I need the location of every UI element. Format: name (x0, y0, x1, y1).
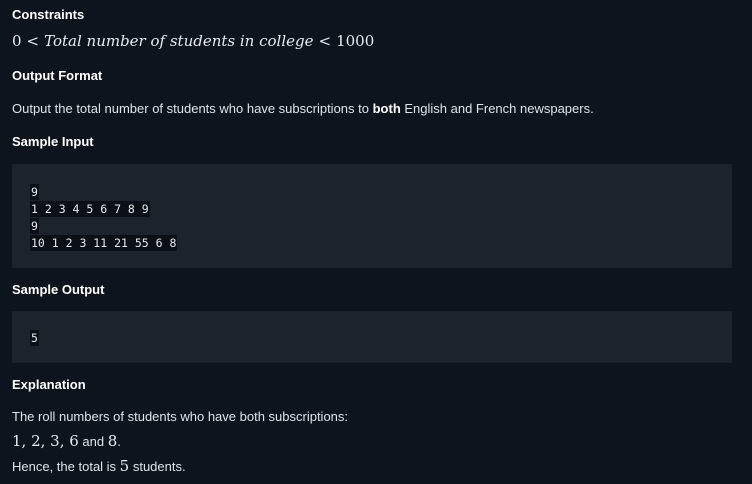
sample-output-code-block: 5 (12, 311, 732, 363)
explanation-and: and (78, 434, 108, 449)
sample-input-line: 9 (30, 184, 39, 200)
constraints-formula: 0 < Total number of students in college <10… (12, 33, 374, 49)
output-format-text-bold: both (372, 101, 401, 116)
explanation-last-roll-number: 8 (107, 432, 118, 450)
output-format-text-before: Output the total number of students who … (12, 101, 373, 116)
sample-input-line: 9 (30, 218, 39, 234)
output-format-text: Output the total number of students who … (12, 101, 594, 117)
output-format-heading: Output Format (12, 68, 103, 83)
constraints-heading: Constraints (12, 7, 85, 22)
sample-input-code-block: 9 1 2 3 4 5 6 7 8 9 9 10 1 2 3 11 21 55 … (12, 164, 732, 268)
explanation-line-2: 1, 2, 3, 6 and 8. (12, 433, 121, 450)
sample-input-line: 10 1 2 3 11 21 55 6 8 (30, 235, 178, 251)
sample-output-line: 5 (30, 330, 39, 346)
explanation-total-after: students. (129, 459, 186, 474)
constraint-less-than-1: < (26, 32, 40, 50)
explanation-period: . (117, 434, 121, 449)
sample-input-heading: Sample Input (12, 134, 94, 149)
output-format-text-after: English and French newspapers. (400, 101, 594, 116)
sample-input-line: 1 2 3 4 5 6 7 8 9 (30, 201, 150, 217)
explanation-roll-numbers: 1, 2, 3, 6 (12, 432, 79, 450)
explanation-line-1: The roll numbers of students who have bo… (12, 409, 349, 424)
constraint-upper-bound: 1000 (336, 32, 375, 50)
explanation-line-3: Hence, the total is 5 students. (12, 458, 186, 475)
constraint-variable: Total number of students in college (44, 32, 314, 50)
explanation-heading: Explanation (12, 377, 86, 392)
sample-output-heading: Sample Output (12, 282, 105, 297)
problem-statement: Constraints 0 < Total number of students i… (0, 0, 752, 484)
constraint-lower-bound: 0 (12, 32, 22, 50)
explanation-total-value: 5 (119, 457, 130, 475)
explanation-total-before: Hence, the total is (12, 459, 120, 474)
constraint-less-than-2: < (318, 32, 332, 50)
